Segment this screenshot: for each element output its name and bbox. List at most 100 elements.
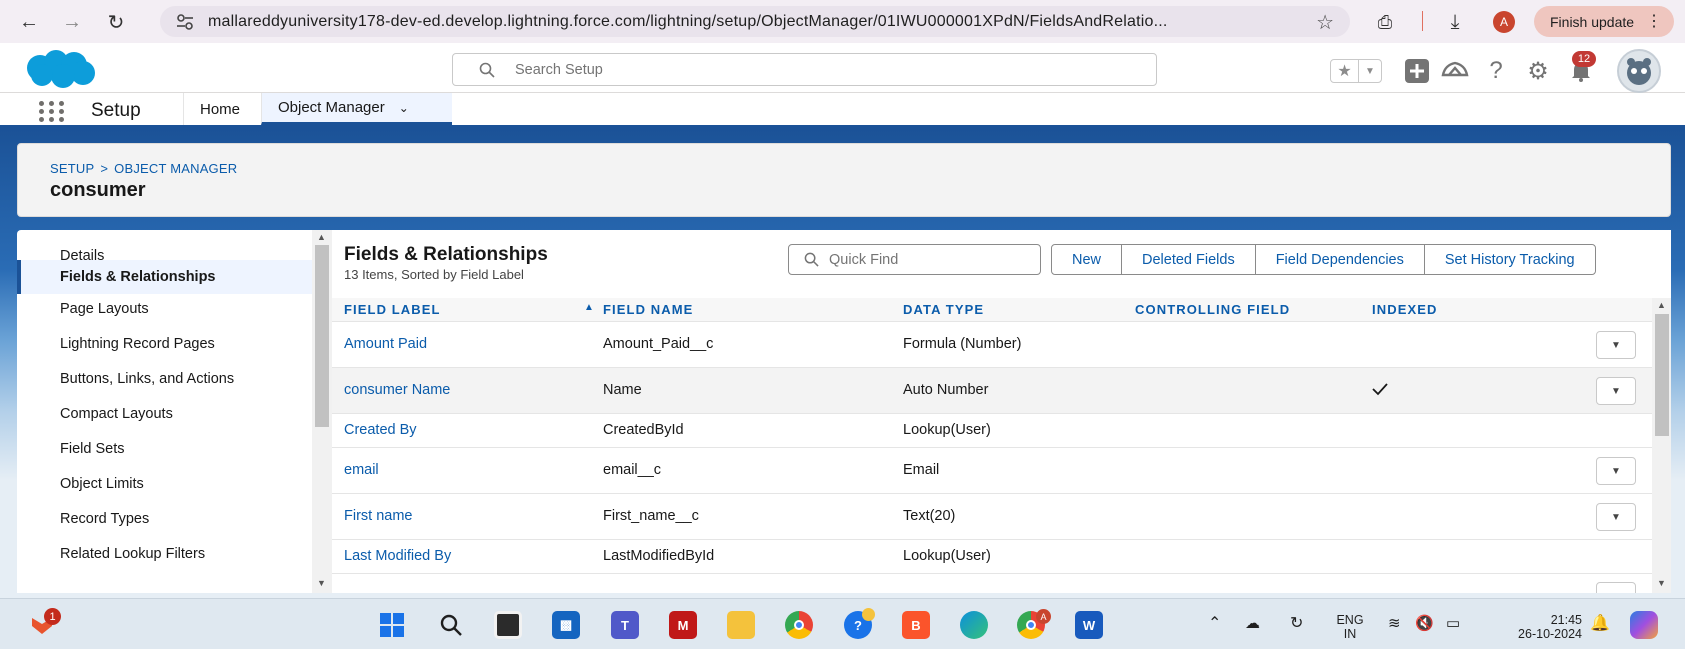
reload-icon[interactable]: ↻ xyxy=(103,9,129,35)
mcafee-badge: 1 xyxy=(44,608,61,625)
site-info-icon[interactable] xyxy=(176,14,194,30)
extensions-icon[interactable]: ⎙ xyxy=(1372,9,1398,35)
taskbar-search-icon[interactable] xyxy=(437,611,465,639)
sidebar-item-compact-layouts[interactable]: Compact Layouts xyxy=(17,397,312,431)
sidebar-scroll-thumb[interactable] xyxy=(315,245,329,427)
copilot-icon[interactable] xyxy=(1630,611,1658,639)
sidebar-item-fields-relationships[interactable]: Fields & Relationships xyxy=(17,260,312,294)
field-label-link[interactable]: First name xyxy=(344,508,413,524)
trailhead-icon[interactable] xyxy=(1441,57,1469,85)
region-code: IN xyxy=(1343,627,1357,641)
column-header-data-type[interactable]: DATA TYPE xyxy=(903,302,984,317)
language-code: ENG xyxy=(1336,613,1364,627)
salesforce-logo[interactable] xyxy=(20,49,98,89)
more-vert-icon[interactable]: ⋮ xyxy=(1646,11,1662,31)
row-actions-button[interactable] xyxy=(1596,582,1636,593)
favorite-star-icon[interactable]: ★ xyxy=(1331,60,1359,82)
field-label-link[interactable]: email xyxy=(344,462,379,478)
row-actions-button[interactable]: ▼ xyxy=(1596,377,1636,405)
setup-search[interactable] xyxy=(452,53,1157,86)
tab-object-manager[interactable]: Object Manager ⌄ xyxy=(261,93,452,125)
chrome-profile-badge: A xyxy=(1036,609,1051,624)
forward-icon[interactable]: → xyxy=(59,9,85,35)
sidebar-item-buttons-links-actions[interactable]: Buttons, Links, and Actions xyxy=(17,362,312,396)
chevron-down-icon[interactable]: ⌄ xyxy=(399,101,409,115)
help-icon[interactable]: ? xyxy=(1482,57,1510,85)
user-avatar[interactable] xyxy=(1617,49,1661,93)
edge-icon[interactable] xyxy=(960,611,988,639)
tab-home[interactable]: Home xyxy=(183,93,256,125)
speaker-muted-icon[interactable]: 🔇 xyxy=(1415,614,1434,632)
table-row: email email__c Email ▼ xyxy=(332,448,1652,494)
setup-gear-icon[interactable]: ⚙ xyxy=(1524,57,1552,85)
sync-icon[interactable]: ↻ xyxy=(1290,613,1303,633)
wifi-icon[interactable]: ≋ xyxy=(1388,614,1401,632)
column-header-field-name[interactable]: FIELD NAME xyxy=(603,302,693,317)
back-icon[interactable]: ← xyxy=(16,9,42,35)
app-launcher-icon[interactable] xyxy=(39,101,67,122)
sidebar-item-lightning-record-pages[interactable]: Lightning Record Pages xyxy=(17,327,312,361)
clock[interactable]: 21:45 26-10-2024 xyxy=(1492,613,1582,641)
favorites-dropdown-icon[interactable]: ▼ xyxy=(1359,60,1381,82)
mcafee-app-icon[interactable]: M xyxy=(669,611,697,639)
column-header-indexed[interactable]: INDEXED xyxy=(1372,302,1438,317)
address-bar[interactable]: mallareddyuniversity178-dev-ed.develop.l… xyxy=(160,6,1350,37)
row-actions-button[interactable]: ▼ xyxy=(1596,503,1636,531)
quick-find-input[interactable] xyxy=(829,250,1029,270)
setup-search-input[interactable] xyxy=(515,59,1115,81)
download-icon[interactable]: ⤓ xyxy=(1442,9,1468,35)
scroll-up-icon[interactable]: ▲ xyxy=(1657,300,1666,310)
show-hidden-icons-icon[interactable]: ⌃ xyxy=(1208,613,1221,633)
field-label-link[interactable]: Amount Paid xyxy=(344,336,427,352)
field-label-link[interactable]: Last Modified By xyxy=(344,548,451,564)
search-icon xyxy=(479,62,495,78)
notification-bell-icon[interactable]: 🔔 xyxy=(1590,613,1610,633)
task-view-icon[interactable] xyxy=(494,611,522,639)
indexed-check-icon xyxy=(1372,382,1388,401)
bookmark-star-icon[interactable]: ☆ xyxy=(1316,10,1334,35)
deleted-fields-button[interactable]: Deleted Fields xyxy=(1121,245,1255,274)
language-indicator[interactable]: ENG IN xyxy=(1330,613,1370,641)
breadcrumb-separator: > xyxy=(100,161,109,176)
field-dependencies-button[interactable]: Field Dependencies xyxy=(1254,245,1424,274)
microsoft-store-icon[interactable]: ▩ xyxy=(552,611,580,639)
sidebar-scrollbar[interactable]: ▲ ▼ xyxy=(312,230,332,593)
breadcrumb-setup[interactable]: SETUP xyxy=(50,161,94,176)
scroll-up-icon[interactable]: ▲ xyxy=(317,232,326,242)
sidebar-item-field-sets[interactable]: Field Sets xyxy=(17,432,312,466)
battery-icon[interactable]: ▭ xyxy=(1446,614,1460,632)
favorites-group[interactable]: ★ ▼ xyxy=(1330,59,1382,83)
quick-find[interactable] xyxy=(788,244,1041,275)
sidebar-item-page-layouts[interactable]: Page Layouts xyxy=(17,292,312,326)
global-actions-icon[interactable] xyxy=(1403,57,1431,85)
breadcrumb-object-manager[interactable]: OBJECT MANAGER xyxy=(114,161,237,176)
brave-icon[interactable]: B xyxy=(902,611,930,639)
file-explorer-icon[interactable] xyxy=(727,611,755,639)
chrome-icon[interactable] xyxy=(785,611,813,639)
teams-icon[interactable]: T xyxy=(611,611,639,639)
scroll-down-icon[interactable]: ▼ xyxy=(317,578,326,588)
profile-avatar[interactable]: A xyxy=(1493,11,1515,33)
sort-ascending-icon[interactable]: ▲ xyxy=(584,302,594,313)
table-scroll-thumb[interactable] xyxy=(1655,314,1669,436)
tab-home-label: Home xyxy=(200,100,241,118)
column-header-field-label[interactable]: FIELD LABEL xyxy=(344,302,441,317)
field-label-link[interactable]: Created By xyxy=(344,422,417,438)
column-header-controlling-field[interactable]: CONTROLLING FIELD xyxy=(1135,302,1290,317)
set-history-tracking-button[interactable]: Set History Tracking xyxy=(1423,245,1595,274)
windows-start-icon[interactable] xyxy=(378,611,406,639)
scroll-down-icon[interactable]: ▼ xyxy=(1657,578,1666,588)
app-navigation: Setup Home Object Manager ⌄ xyxy=(0,93,1685,128)
onedrive-icon[interactable]: ☁ xyxy=(1245,614,1260,632)
field-label-link[interactable]: consumer Name xyxy=(344,382,450,398)
sidebar-item-related-lookup-filters[interactable]: Related Lookup Filters xyxy=(17,537,312,571)
row-actions-button[interactable]: ▼ xyxy=(1596,331,1636,359)
table-scrollbar[interactable]: ▲ ▼ xyxy=(1652,298,1671,593)
sidebar-item-object-limits[interactable]: Object Limits xyxy=(17,467,312,501)
new-button[interactable]: New xyxy=(1052,245,1122,274)
word-icon[interactable]: W xyxy=(1075,611,1103,639)
finish-update-button[interactable]: Finish update ⋮ xyxy=(1534,6,1674,37)
chevron-down-icon: ▼ xyxy=(1611,339,1621,351)
sidebar-item-record-types[interactable]: Record Types xyxy=(17,502,312,536)
row-actions-button[interactable]: ▼ xyxy=(1596,457,1636,485)
